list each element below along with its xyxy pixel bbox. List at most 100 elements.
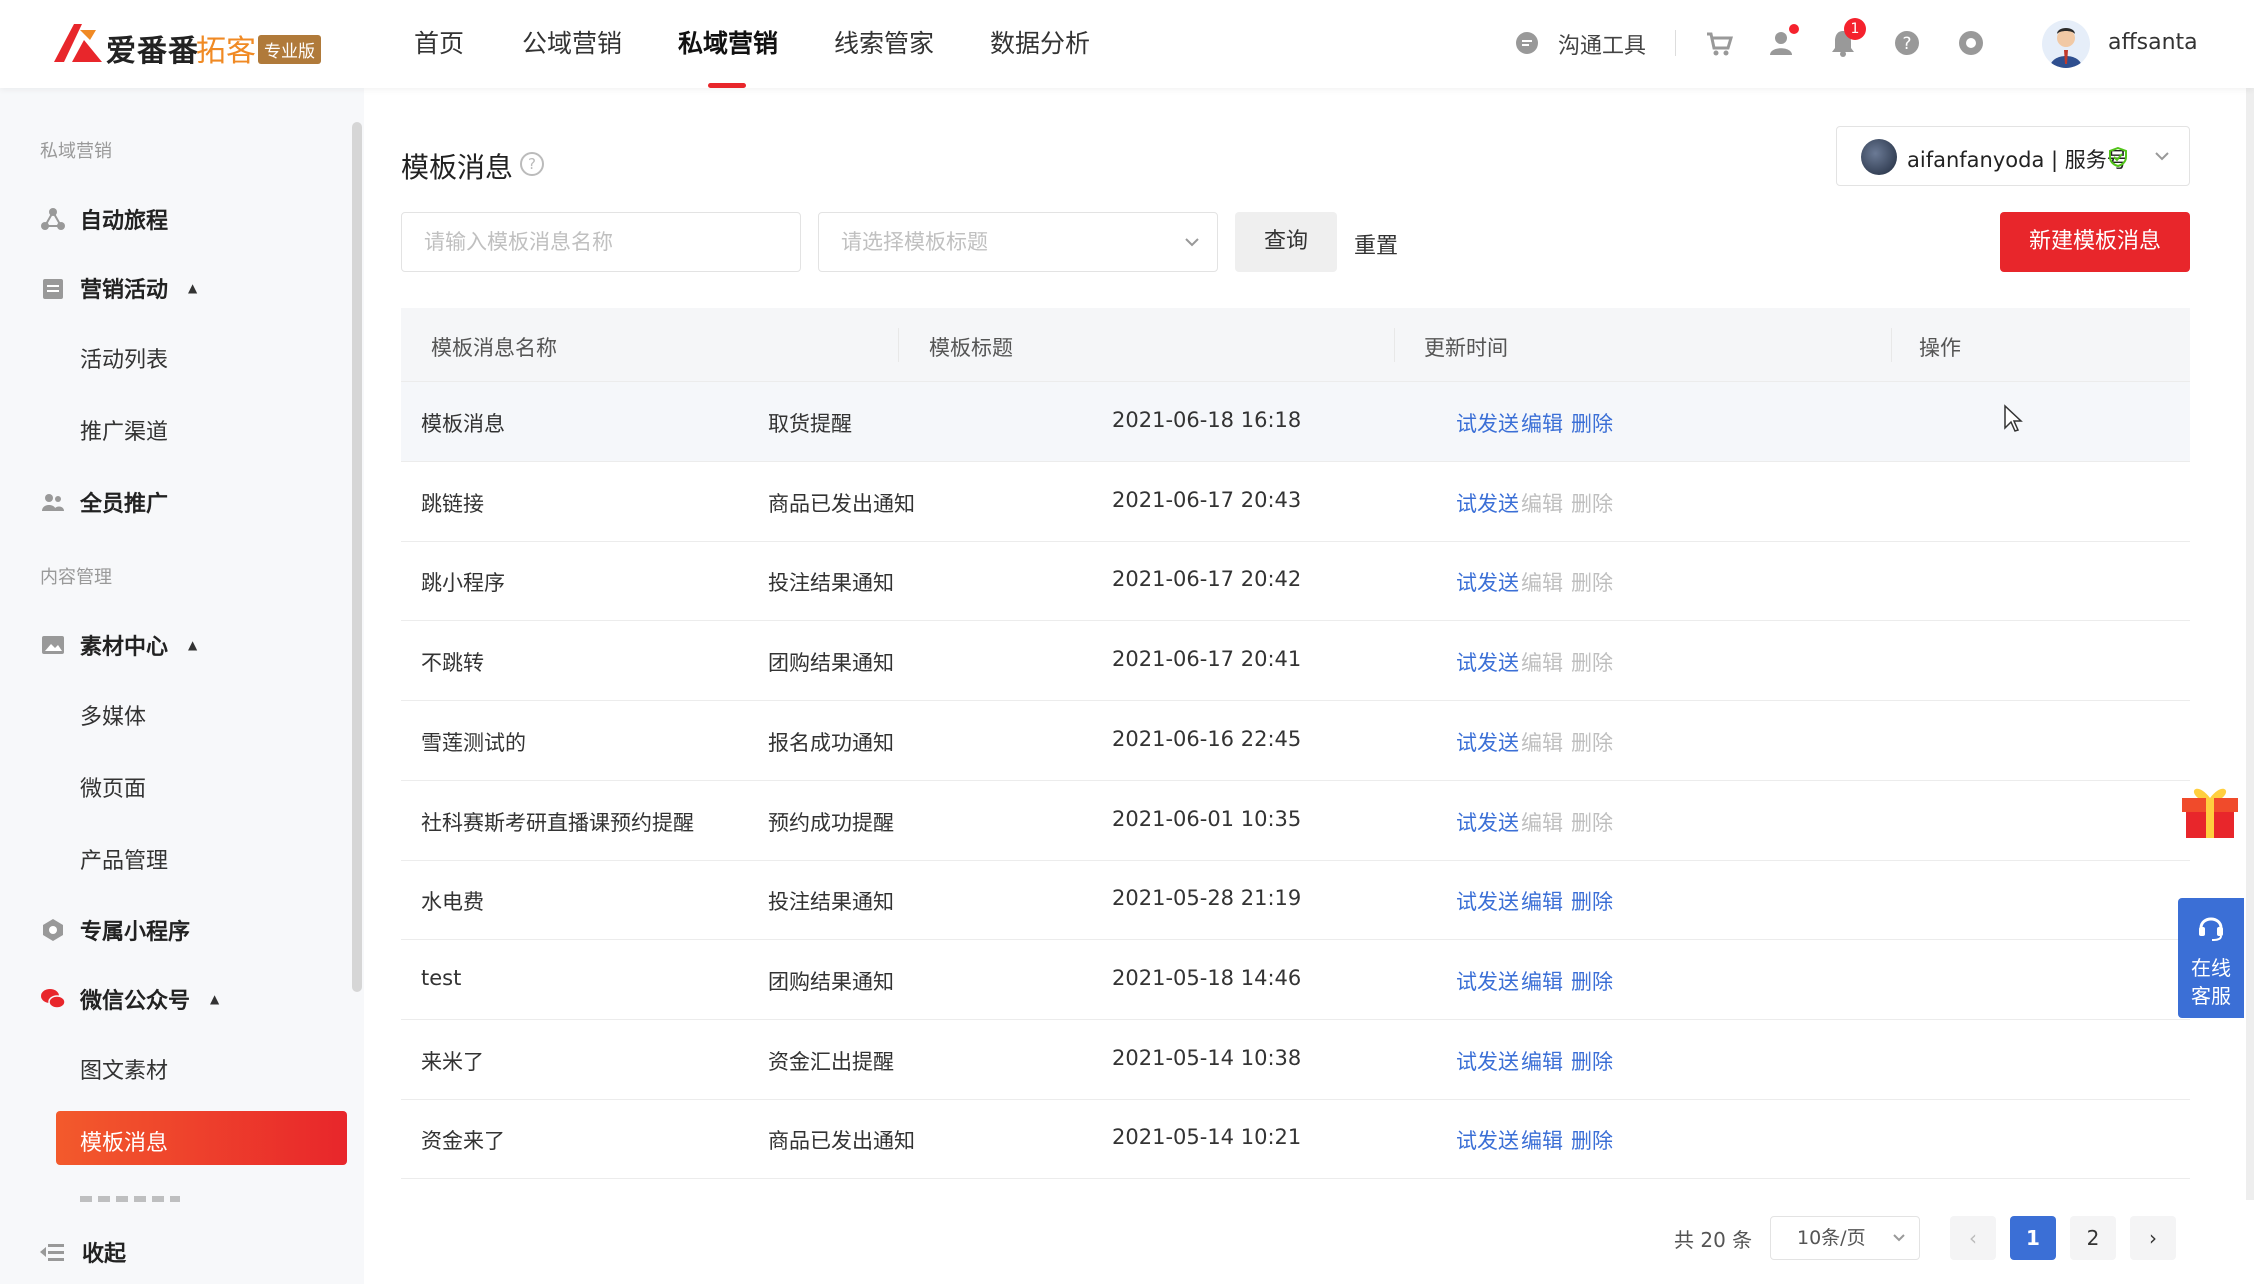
- template-title-select[interactable]: 请选择模板标题: [818, 212, 1218, 272]
- delete-link[interactable]: 删除: [1571, 408, 1613, 438]
- delete-link[interactable]: 删除: [1571, 647, 1613, 677]
- delete-link[interactable]: 删除: [1571, 1125, 1613, 1155]
- account-selector[interactable]: aifanfanyoda | 服务号: [1836, 126, 2190, 186]
- help-icon[interactable]: ?: [1892, 28, 1922, 58]
- page-button-2[interactable]: 2: [2070, 1216, 2116, 1260]
- page-scrollbar[interactable]: [2246, 0, 2254, 1200]
- nav-private-marketing[interactable]: 私域营销: [678, 24, 778, 60]
- gift-icon[interactable]: [2178, 776, 2242, 840]
- new-template-button[interactable]: 新建模板消息: [2000, 212, 2190, 272]
- user-avatar[interactable]: [2042, 20, 2090, 68]
- edit-link[interactable]: 编辑: [1521, 807, 1563, 837]
- sidebar-item-mini-program[interactable]: 专属小程序: [40, 914, 190, 946]
- online-service-button[interactable]: 在线 客服: [2178, 898, 2244, 1018]
- nav-public-marketing[interactable]: 公域营销: [522, 24, 622, 60]
- cell-template-title: 资金汇出提醒: [768, 1049, 894, 1074]
- sidebar-item-activity-list[interactable]: 活动列表: [80, 342, 168, 374]
- nav-data-analysis[interactable]: 数据分析: [990, 24, 1090, 60]
- delete-link[interactable]: 删除: [1571, 488, 1613, 518]
- chevron-down-icon: [2155, 152, 2169, 161]
- page-size-select[interactable]: 10条/页: [1770, 1216, 1920, 1260]
- next-page-button[interactable]: ›: [2130, 1216, 2176, 1260]
- cart-icon[interactable]: [1704, 28, 1734, 58]
- edit-link[interactable]: 编辑: [1521, 408, 1563, 438]
- sidebar-item-micro-page[interactable]: 微页面: [80, 771, 146, 803]
- cell-update-time: 2021-06-01 10:35: [1112, 806, 1302, 831]
- edit-link[interactable]: 编辑: [1521, 567, 1563, 597]
- prev-page-button[interactable]: ‹: [1950, 1216, 1996, 1260]
- chat-icon[interactable]: [1514, 30, 1540, 56]
- template-name-input[interactable]: 请输入模板消息名称: [401, 212, 801, 272]
- cell-update-time: 2021-05-18 14:46: [1112, 965, 1302, 990]
- test-send-link[interactable]: 试发送: [1456, 1125, 1519, 1155]
- journey-icon: [41, 208, 65, 230]
- edit-link[interactable]: 编辑: [1521, 886, 1563, 916]
- sidebar-overflow-item: [80, 1196, 180, 1202]
- edit-link[interactable]: 编辑: [1521, 488, 1563, 518]
- delete-link[interactable]: 删除: [1571, 807, 1613, 837]
- edit-link[interactable]: 编辑: [1521, 727, 1563, 757]
- sidebar-section-private: 私域营销: [40, 141, 112, 162]
- delete-link[interactable]: 删除: [1571, 1046, 1613, 1076]
- edit-link[interactable]: 编辑: [1521, 647, 1563, 677]
- table-row: 模板消息 取货提醒 2021-06-18 16:18 试发送 编辑 删除: [401, 382, 2190, 462]
- test-send-link[interactable]: 试发送: [1456, 567, 1519, 597]
- sidebar-item-marketing-activity[interactable]: 营销活动 ▲: [40, 272, 197, 304]
- test-send-link[interactable]: 试发送: [1456, 647, 1519, 677]
- sidebar-item-wechat-oa[interactable]: 微信公众号 ▲: [40, 983, 219, 1015]
- sidebar-item-label: 全员推广: [80, 492, 169, 517]
- sidebar-item-material-center[interactable]: 素材中心 ▲: [40, 629, 197, 661]
- cell-template-title: 团购结果通知: [768, 651, 894, 676]
- delete-link[interactable]: 删除: [1571, 966, 1613, 996]
- username[interactable]: affsanta: [2108, 30, 2198, 55]
- query-button[interactable]: 查询: [1235, 212, 1337, 272]
- column-divider: [1891, 328, 1892, 362]
- delete-link[interactable]: 删除: [1571, 886, 1613, 916]
- sidebar-item-label: 营销活动: [80, 278, 169, 303]
- column-header-time: 更新时间: [1424, 336, 1508, 360]
- nav-lead-manager[interactable]: 线索管家: [834, 24, 934, 60]
- table-row: 雪莲测试的 报名成功通知 2021-06-16 22:45 试发送 编辑 删除: [401, 701, 2190, 781]
- edit-link[interactable]: 编辑: [1521, 966, 1563, 996]
- sidebar-item-promo-channel[interactable]: 推广渠道: [80, 414, 168, 446]
- page-button-1[interactable]: 1: [2010, 1216, 2056, 1260]
- table-row: 来米了 资金汇出提醒 2021-05-14 10:38 试发送 编辑 删除: [401, 1020, 2190, 1100]
- sidebar-scrollbar[interactable]: [352, 122, 362, 992]
- sidebar-item-auto-journey[interactable]: 自动旅程: [40, 203, 168, 235]
- users-icon: [42, 494, 64, 511]
- reset-button[interactable]: 重置: [1354, 228, 1398, 260]
- settings-icon[interactable]: [1956, 28, 1986, 58]
- nav-home[interactable]: 首页: [414, 24, 464, 60]
- cell-update-time: 2021-06-17 20:41: [1112, 647, 1302, 672]
- table-row: 资金来了 商品已发出通知 2021-05-14 10:21 试发送 编辑 删除: [401, 1099, 2190, 1180]
- cell-template-title: 预约成功提醒: [768, 810, 894, 835]
- service-label-line2: 客服: [2191, 984, 2231, 1008]
- sidebar-item-multimedia[interactable]: 多媒体: [80, 699, 146, 731]
- test-send-link[interactable]: 试发送: [1456, 807, 1519, 837]
- sidebar-collapse-button[interactable]: 收起: [40, 1236, 126, 1268]
- cell-template-name: 来米了: [421, 1049, 484, 1074]
- cell-update-time: 2021-06-18 16:18: [1112, 408, 1302, 432]
- select-placeholder: 请选择模板标题: [841, 230, 988, 254]
- edit-link[interactable]: 编辑: [1521, 1125, 1563, 1155]
- test-send-link[interactable]: 试发送: [1456, 886, 1519, 916]
- delete-link[interactable]: 删除: [1571, 567, 1613, 597]
- cell-template-title: 投注结果通知: [768, 890, 894, 915]
- sidebar-item-template-msg[interactable]: 模板消息: [80, 1125, 168, 1157]
- sidebar-item-all-staff[interactable]: 全员推广: [40, 486, 168, 518]
- test-send-link[interactable]: 试发送: [1456, 727, 1519, 757]
- comm-tools-link[interactable]: 沟通工具: [1558, 28, 1646, 60]
- test-send-link[interactable]: 试发送: [1456, 966, 1519, 996]
- help-circle-icon[interactable]: ?: [520, 152, 544, 176]
- edit-link[interactable]: 编辑: [1521, 1046, 1563, 1076]
- sidebar-item-image-text[interactable]: 图文素材: [80, 1053, 168, 1085]
- cell-template-title: 商品已发出通知: [768, 491, 915, 516]
- collapse-icon: [40, 1244, 64, 1261]
- delete-link[interactable]: 删除: [1571, 727, 1613, 757]
- cell-template-name: 社科赛斯考研直播课预约提醒: [421, 810, 694, 835]
- test-send-link[interactable]: 试发送: [1456, 488, 1519, 518]
- test-send-link[interactable]: 试发送: [1456, 408, 1519, 438]
- test-send-link[interactable]: 试发送: [1456, 1046, 1519, 1076]
- sidebar-item-product-mgmt[interactable]: 产品管理: [80, 843, 168, 875]
- cell-template-name: test: [421, 965, 462, 990]
